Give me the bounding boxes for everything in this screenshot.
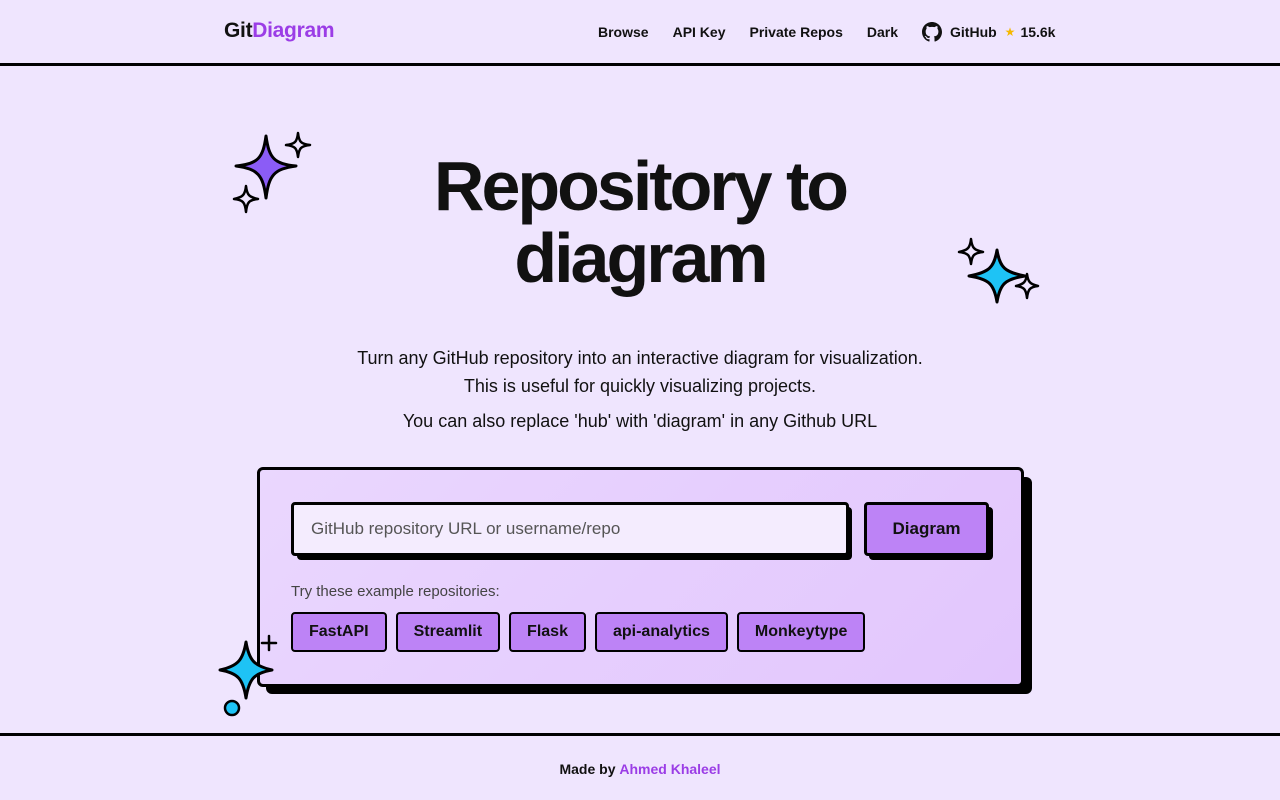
github-stars-count: 15.6k: [1020, 24, 1056, 40]
repo-form-card: [257, 467, 1024, 687]
nav-private-repos-link[interactable]: Private Repos: [750, 24, 843, 40]
github-icon: [922, 22, 943, 42]
example-flask-button[interactable]: Flask: [509, 612, 586, 652]
site-header: GitDiagram Browse API Key Private Repos …: [0, 0, 1280, 66]
example-api-analytics-button[interactable]: api-analytics: [594, 612, 728, 652]
github-link-label: GitHub: [950, 24, 997, 40]
page-title: Repository to diagram: [0, 150, 1280, 294]
page-subtitle: Turn any GitHub repository into an inter…: [0, 344, 1280, 400]
url-tip: You can also replace 'hub' with 'diagram…: [402, 411, 878, 431]
subtitle-line-2: This is useful for quickly visualizing p…: [463, 376, 817, 396]
main-nav: Browse API Key Private Repos Dark GitHub…: [598, 22, 1055, 42]
example-streamlit-button[interactable]: Streamlit: [395, 612, 501, 652]
github-link[interactable]: GitHub ★ 15.6k: [922, 22, 1055, 42]
gitdiagram-logo[interactable]: GitDiagram: [224, 19, 335, 43]
diagram-button[interactable]: Diagram: [864, 502, 989, 556]
repo-url-input[interactable]: [291, 502, 849, 556]
site-footer: Made by Ahmed Khaleel: [0, 733, 1280, 800]
author-link[interactable]: Ahmed Khaleel: [619, 761, 720, 777]
footer-credit: Made by Ahmed Khaleel: [0, 761, 1280, 777]
example-repos: FastAPI Streamlit Flask api-analytics Mo…: [291, 612, 874, 652]
subtitle-line-1: Turn any GitHub repository into an inter…: [357, 348, 923, 368]
logo-diagram-text: Diagram: [252, 19, 335, 42]
example-fastapi-button[interactable]: FastAPI: [291, 612, 387, 652]
sparkle-cyan-small-icon: [218, 634, 278, 717]
title-line-1: Repository to: [433, 147, 849, 225]
star-icon: ★: [1004, 25, 1016, 39]
dark-mode-toggle[interactable]: Dark: [867, 24, 898, 40]
footer-made-by: Made by: [559, 761, 616, 777]
examples-label: Try these example repositories:: [291, 583, 500, 600]
nav-browse-link[interactable]: Browse: [598, 24, 649, 40]
nav-api-key-link[interactable]: API Key: [673, 24, 726, 40]
logo-git-text: Git: [224, 19, 253, 42]
example-monkeytype-button[interactable]: Monkeytype: [736, 612, 866, 652]
title-line-2: diagram: [514, 219, 768, 297]
